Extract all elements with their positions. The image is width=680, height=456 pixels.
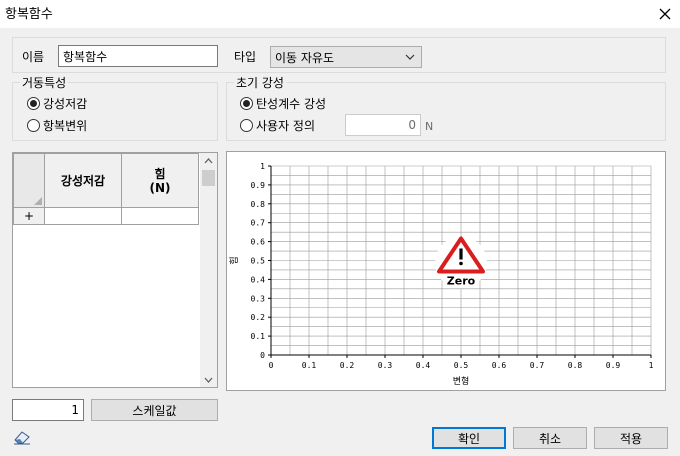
scale-button[interactable]: 스케일값 [91,399,218,421]
name-input[interactable]: 항복함수 [58,45,218,67]
x-tick-label: 0.7 [530,361,545,370]
clear-button[interactable] [12,428,32,446]
x-tick-label: 0.6 [492,361,507,370]
chevron-down-icon [405,54,415,60]
warning-label: Zero [447,275,476,288]
x-tick-label: 0.2 [340,361,355,370]
warning-exclamation-bar [459,248,463,260]
column-header-force[interactable]: 힘 (N) [121,153,199,208]
y-tick-label: 0.6 [251,238,266,247]
x-tick-label: 0.5 [454,361,469,370]
radio-indicator [27,97,40,110]
data-grid[interactable]: 강성저감 힘 (N) + [12,152,218,388]
name-label: 이름 [22,50,45,64]
radio-label: 탄성계수 강성 [256,97,327,111]
cancel-button[interactable]: 취소 [513,427,587,449]
yield-function-chart: 0 0.1 0.2 0.3 0.4 0.5 0.6 0.7 0.8 0.9 1 0 0.1 0.2 0.3 0… [229,162,654,387]
new-row-marker: + [13,207,45,225]
radio-user-defined[interactable]: 사용자 정의 [240,117,315,134]
column-header-stiffness-reduction[interactable]: 강성저감 [44,153,122,208]
x-tick-label: 0.9 [606,361,621,370]
y-tick-label: 0.8 [251,200,266,209]
apply-button[interactable]: 적용 [594,427,668,449]
y-tick-label: 1 [260,162,265,171]
eraser-icon [14,431,30,445]
x-tick-label: 0.3 [378,361,393,370]
y-tick-label: 0.2 [251,313,266,322]
radio-indicator [240,119,253,132]
radio-indicator [240,97,253,110]
radio-elastic-stiffness[interactable]: 탄성계수 강성 [240,95,326,112]
y-tick-label: 0.4 [251,275,266,284]
scroll-thumb[interactable] [202,170,215,186]
table-cell[interactable] [44,207,122,225]
y-tick-label: 0.7 [251,219,266,228]
table-cell[interactable] [121,207,199,225]
scroll-down-icon[interactable] [204,377,213,383]
close-button[interactable] [650,0,680,28]
dialog-title: 항복함수 [5,7,53,22]
x-tick-label: 1 [649,361,654,370]
y-tick-label: 0.9 [251,181,266,190]
scale-input[interactable]: 1 [12,399,84,421]
user-stiffness-input[interactable]: 0 [345,114,421,136]
y-tick-label: 0 [260,351,265,360]
initial-stiffness-legend: 초기 강성 [234,74,286,91]
y-tick-label: 0.5 [251,257,266,266]
y-tick-label: 0.1 [251,332,266,341]
type-label: 타입 [234,50,257,64]
chart-frame: 0 0.1 0.2 0.3 0.4 0.5 0.6 0.7 0.8 0.9 1 0 0.1 0.2 0.3 0… [226,151,666,391]
radio-indicator [27,119,40,132]
close-icon [659,8,671,20]
x-axis-label: 변형 [453,376,470,387]
radio-label: 강성저감 [43,97,88,111]
ok-button[interactable]: 확인 [432,427,506,449]
type-select-value: 이동 자유도 [275,50,335,65]
stiffness-unit: N [425,120,434,133]
x-tick-label: 0.4 [416,361,431,370]
grid-scrollbar[interactable] [200,153,217,387]
scroll-up-icon[interactable] [204,158,213,164]
radio-label: 사용자 정의 [256,119,316,133]
warning-exclamation-dot [459,261,463,266]
grid-select-all-icon [34,197,42,205]
x-tick-label: 0.8 [568,361,583,370]
radio-stiffness-reduction[interactable]: 강성저감 [27,95,87,112]
behavior-legend: 거동특성 [20,74,69,91]
y-axis-label: 힘 [229,256,240,264]
x-tick-label: 0.1 [302,361,317,370]
x-tick-label: 0 [269,361,274,370]
radio-yield-displacement[interactable]: 항복변위 [27,117,87,134]
type-select[interactable]: 이동 자유도 [270,46,422,68]
radio-label: 항복변위 [43,119,88,133]
y-tick-label: 0.3 [251,294,266,303]
grid-corner[interactable] [13,153,45,208]
